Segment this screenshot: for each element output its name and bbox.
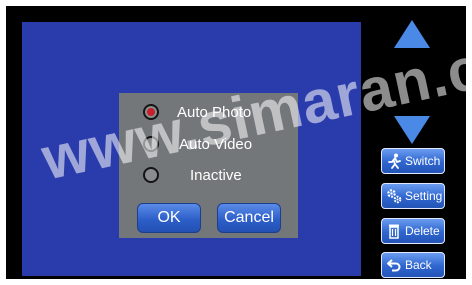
mode-dialog: Auto Photo Auto Video Inactive OK Cancel (119, 93, 298, 238)
switch-button[interactable]: Switch (381, 148, 445, 174)
delete-button[interactable]: Delete (381, 218, 445, 244)
gears-icon (386, 188, 402, 204)
triangle-down-icon[interactable] (394, 116, 430, 144)
switch-label: Switch (405, 154, 441, 168)
back-arrow-icon (386, 257, 402, 273)
device-screen: Auto Photo Auto Video Inactive OK Cancel (6, 6, 466, 279)
running-person-icon (386, 153, 402, 169)
device-frame: Auto Photo Auto Video Inactive OK Cancel (0, 0, 472, 285)
triangle-up-icon[interactable] (394, 20, 430, 48)
back-button[interactable]: Back (381, 252, 445, 278)
ok-button[interactable]: OK (137, 203, 201, 233)
radio-selected-icon[interactable] (143, 104, 159, 120)
setting-button[interactable]: Setting (381, 183, 445, 209)
option-label: Auto Photo (177, 103, 252, 121)
delete-label: Delete (405, 224, 440, 238)
setting-label: Setting (405, 189, 443, 203)
radio-unselected-icon[interactable] (143, 136, 159, 152)
option-label: Auto Video (179, 135, 253, 153)
cancel-button[interactable]: Cancel (217, 203, 281, 233)
option-inactive[interactable]: Inactive (143, 164, 242, 186)
camera-viewport: Auto Photo Auto Video Inactive OK Cancel (22, 22, 361, 276)
back-label: Back (405, 258, 432, 272)
radio-unselected-icon[interactable] (143, 167, 159, 183)
option-auto-photo[interactable]: Auto Photo (143, 101, 251, 123)
trash-icon (386, 223, 402, 239)
option-label: Inactive (190, 166, 242, 184)
option-auto-video[interactable]: Auto Video (143, 133, 252, 155)
